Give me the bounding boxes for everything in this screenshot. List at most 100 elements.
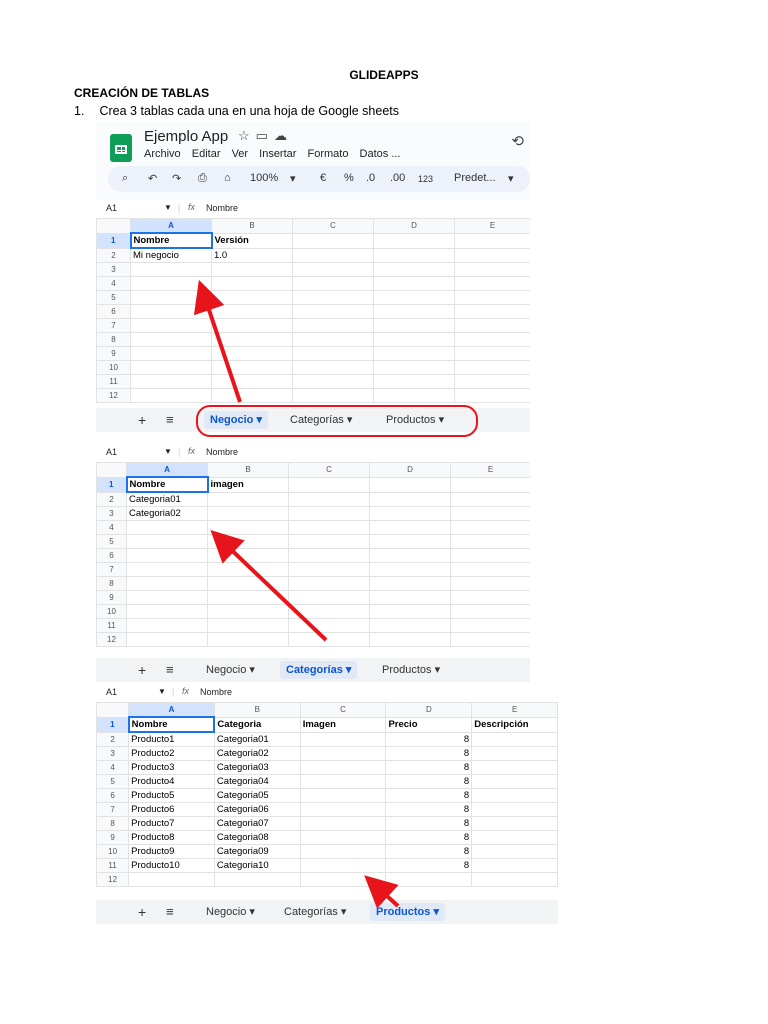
cell[interactable] [292, 247, 374, 263]
zoom-dropdown-icon[interactable]: ▾ [290, 172, 296, 185]
cell[interactable]: Producto5 [128, 788, 215, 803]
cell[interactable] [471, 858, 558, 873]
cell[interactable] [369, 548, 451, 563]
cell[interactable] [454, 388, 530, 403]
increase-decimal-button[interactable]: .00 [390, 172, 405, 184]
column-header-b[interactable]: B [213, 702, 301, 718]
cell[interactable] [369, 562, 451, 577]
cell[interactable] [450, 562, 530, 577]
row-number[interactable]: 2 [96, 247, 131, 263]
cell[interactable] [213, 872, 301, 887]
row-number[interactable]: 11 [96, 618, 127, 633]
cell[interactable] [471, 788, 558, 803]
cell[interactable] [126, 520, 208, 535]
cell[interactable] [471, 746, 558, 761]
cell[interactable]: 8 [385, 858, 473, 873]
column-header-a[interactable]: A [130, 218, 212, 234]
row-number[interactable]: 5 [96, 534, 127, 549]
column-header-c[interactable]: C [299, 702, 387, 718]
cell[interactable] [130, 346, 212, 361]
cell[interactable]: 8 [385, 802, 473, 817]
chevron-down-icon[interactable]: ▼ [164, 447, 172, 456]
cell[interactable]: Categoria02 [126, 506, 208, 521]
cell[interactable] [207, 534, 289, 549]
cell[interactable] [207, 576, 289, 591]
column-header-b[interactable]: B [207, 462, 289, 478]
cell[interactable]: Categoria07 [213, 816, 301, 831]
row-number[interactable]: 10 [96, 360, 131, 375]
menu-insertar[interactable]: Insertar [259, 148, 296, 160]
cell[interactable] [299, 802, 387, 817]
row-number[interactable]: 3 [96, 506, 127, 521]
cell[interactable]: Nombre [129, 232, 213, 249]
cell[interactable]: imagen [207, 476, 289, 493]
cell[interactable]: Producto2 [128, 746, 215, 761]
column-header-a[interactable]: A [126, 462, 208, 478]
cloud-icon[interactable]: ☁ [274, 128, 293, 143]
cell[interactable] [130, 374, 212, 389]
cell[interactable] [373, 318, 455, 333]
history-icon[interactable]: ⟲ [511, 132, 524, 150]
cell[interactable] [450, 476, 530, 493]
cell[interactable] [130, 388, 212, 403]
cell[interactable]: 8 [385, 774, 473, 789]
cell[interactable] [454, 304, 530, 319]
tab-categorias[interactable]: Categorías ▾ [278, 903, 352, 921]
cell[interactable] [292, 332, 374, 347]
cell[interactable] [373, 360, 455, 375]
cell[interactable] [211, 304, 293, 319]
cell[interactable]: Categoria10 [213, 858, 301, 873]
cell-ref[interactable]: A1 [106, 447, 117, 457]
cell-ref[interactable]: A1 [106, 203, 117, 213]
cell[interactable] [369, 491, 451, 507]
cell[interactable] [299, 844, 387, 859]
cell[interactable] [373, 232, 455, 249]
cell[interactable] [207, 562, 289, 577]
cell-ref[interactable]: A1 [106, 687, 117, 697]
cell[interactable] [450, 548, 530, 563]
cell[interactable] [207, 491, 289, 507]
cell[interactable]: Producto3 [128, 760, 215, 775]
cell[interactable]: Mi negocio [130, 247, 212, 263]
cell[interactable]: 8 [385, 844, 473, 859]
cell[interactable] [454, 276, 530, 291]
all-sheets-menu-icon[interactable]: ≡ [166, 904, 174, 919]
all-sheets-menu-icon[interactable]: ≡ [166, 662, 174, 677]
cell[interactable] [450, 506, 530, 521]
cell[interactable] [450, 491, 530, 507]
cell[interactable] [369, 520, 451, 535]
row-number[interactable]: 11 [96, 858, 130, 873]
undo-icon[interactable]: ↶ [148, 172, 157, 185]
cell[interactable] [369, 534, 451, 549]
select-all-corner[interactable] [96, 218, 131, 234]
row-number[interactable]: 11 [96, 374, 131, 389]
cell[interactable] [126, 590, 208, 605]
cell[interactable] [211, 388, 293, 403]
cell[interactable] [299, 731, 387, 747]
cell[interactable]: Categoria01 [126, 491, 208, 507]
cell[interactable] [126, 562, 208, 577]
cell[interactable] [454, 318, 530, 333]
cell[interactable] [128, 872, 215, 887]
cell[interactable] [471, 802, 558, 817]
cell[interactable]: Producto8 [128, 830, 215, 845]
cell[interactable] [450, 590, 530, 605]
cell[interactable]: Descripción [471, 716, 558, 733]
cell[interactable] [207, 604, 289, 619]
cell[interactable] [299, 816, 387, 831]
percent-button[interactable]: % [344, 172, 354, 184]
cell[interactable] [126, 548, 208, 563]
cell[interactable] [454, 346, 530, 361]
cell[interactable]: 8 [385, 816, 473, 831]
cell[interactable] [454, 332, 530, 347]
font-select[interactable]: Predet... [454, 172, 496, 184]
cell[interactable] [299, 788, 387, 803]
cell[interactable]: Producto6 [128, 802, 215, 817]
cell[interactable] [471, 731, 558, 747]
add-sheet-button[interactable]: + [138, 662, 146, 678]
row-number[interactable]: 6 [96, 548, 127, 563]
cell[interactable] [292, 388, 374, 403]
cell[interactable] [450, 576, 530, 591]
cell[interactable] [373, 388, 455, 403]
cell[interactable] [292, 346, 374, 361]
